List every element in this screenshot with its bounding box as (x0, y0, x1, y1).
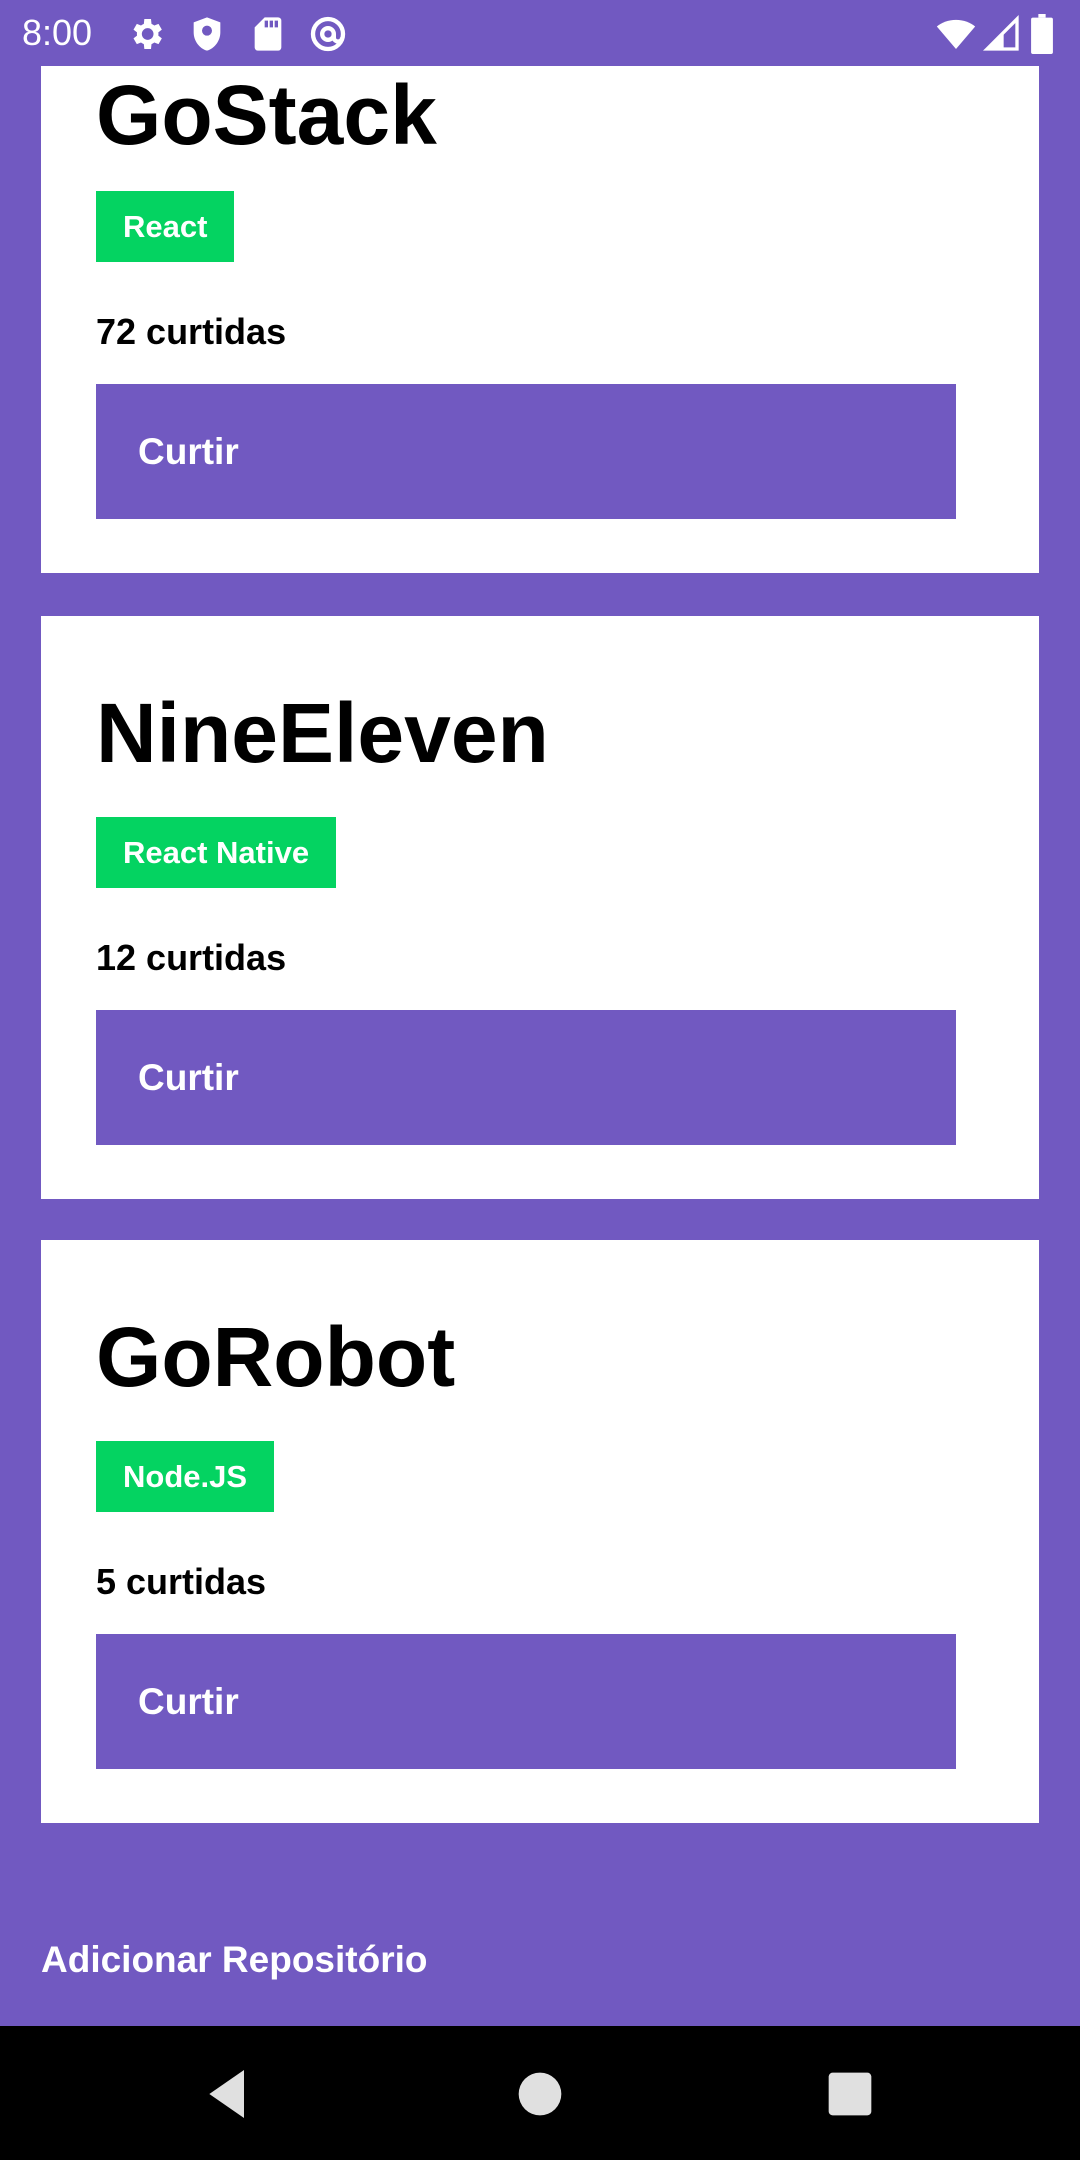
like-button[interactable]: Curtir (96, 384, 956, 519)
sd-card-icon (248, 14, 288, 54)
back-icon[interactable] (196, 2062, 260, 2126)
at-sign-icon (308, 14, 348, 54)
navigation-bar (0, 2026, 1080, 2160)
tech-badge: Node.JS (96, 1441, 275, 1512)
repository-card: GoStack React 72 curtidas Curtir (41, 66, 1039, 573)
likes-count: 5 curtidas (96, 1561, 267, 1602)
recents-icon[interactable] (818, 2062, 882, 2126)
repository-title: GoStack (96, 68, 437, 162)
like-button[interactable]: Curtir (96, 1634, 956, 1769)
repository-card: NineEleven React Native 12 curtidas Curt… (41, 616, 1039, 1199)
home-icon[interactable] (508, 2062, 572, 2126)
status-time: 8:00 (22, 12, 93, 53)
repository-title: NineEleven (96, 686, 549, 780)
battery-icon (1030, 14, 1054, 54)
tech-badge: React (96, 191, 235, 262)
cellular-signal-icon (982, 14, 1022, 54)
likes-count: 12 curtidas (96, 937, 287, 978)
repository-card: GoRobot Node.JS 5 curtidas Curtir (41, 1240, 1039, 1823)
like-button[interactable]: Curtir (96, 1010, 956, 1145)
settings-icon (126, 14, 166, 54)
add-repository-button[interactable]: Adicionar Repositório (41, 1935, 427, 1985)
shield-icon (187, 14, 227, 54)
repository-title: GoRobot (96, 1310, 456, 1404)
likes-count: 72 curtidas (96, 311, 287, 352)
status-bar: 8:00 (0, 0, 1080, 66)
wifi-icon (936, 14, 976, 54)
tech-badge: React Native (96, 817, 337, 888)
repository-list[interactable]: GoStack React 72 curtidas Curtir NineEle… (0, 66, 1080, 2026)
